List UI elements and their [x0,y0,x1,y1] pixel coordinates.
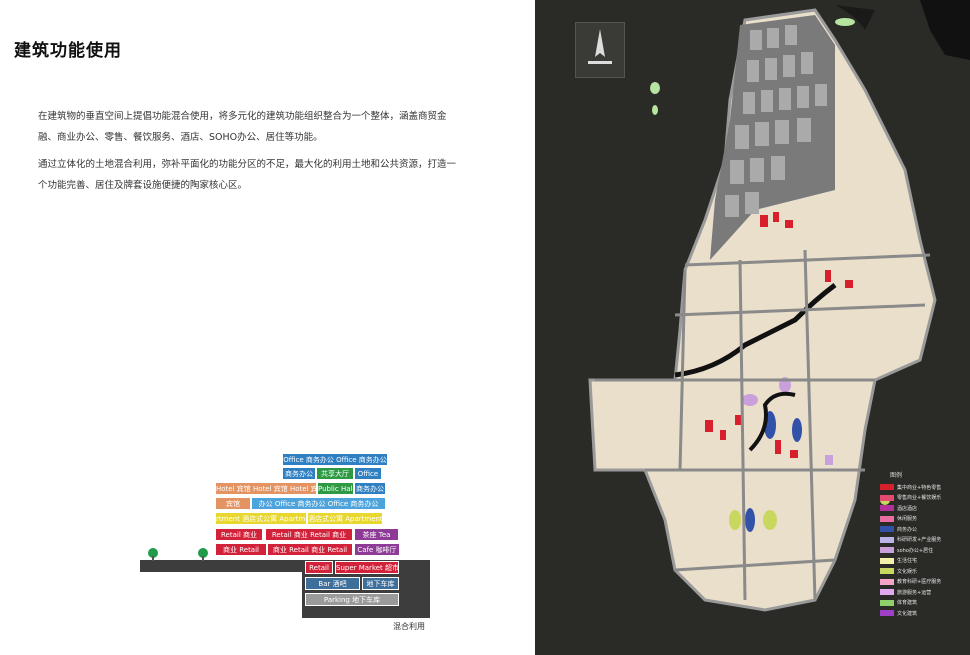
garage-block: 地下车库 [362,577,399,590]
legend-swatch [880,494,894,501]
legend-item: 休闲服务 [880,514,970,525]
supermarket-block: Super Market 超市 [335,561,399,574]
public-hall-block: Public Hall [317,482,354,495]
lake-shape [920,0,970,60]
page-title: 建筑功能使用 [14,41,122,61]
legend-item: 零售商业+餐饮娱乐 [880,493,970,504]
land-use-map: 图例 集中商业+特色零售 零售商业+餐饮娱乐 酒店酒店休闲服务商务办公科研研发+产业… [535,0,970,655]
office-block: Office [354,467,382,480]
cafe-block: Cafe 咖啡厅 [354,543,400,556]
legend-label: soho办公+居住 [897,547,934,554]
bar-block: Bar 酒吧 [305,577,360,590]
legend-label: 休闲服务 [897,516,918,523]
legend-item: soho办公+居住 [880,545,970,556]
legend-label: 旅游服务+运营 [897,589,932,596]
office-block: 商务办公 [354,482,386,495]
legend-item: 集中商业+特色零售 [880,482,970,493]
legend-label: 文化建筑 [897,610,918,617]
apartment-block: 酒店式公寓 Apartment [307,512,383,525]
tea-block: 茶座 Tea [354,528,399,541]
legend-label: 文化娱乐 [897,568,918,575]
legend-item: 体育建筑 [880,598,970,609]
legend-item: 酒店酒店 [880,503,970,514]
legend-label: 体育建筑 [897,600,918,607]
legend-item: 商务办公 [880,524,970,535]
legend-swatch [880,515,894,522]
hotel-block: 宾馆 [215,497,251,510]
parking-block: Parking 地下车库 [305,593,399,606]
map-legend: 图例 集中商业+特色零售 零售商业+餐饮娱乐 酒店酒店休闲服务商务办公科研研发+产业… [880,470,970,619]
ground-strip [140,560,302,572]
legend-swatch [880,547,894,554]
legend-swatch [880,536,894,543]
diagram-caption: 混合利用 [393,622,425,631]
legend-swatch [880,568,894,575]
paragraph-1: 在建筑物的垂直空间上提倡功能混合使用，将多元化的建筑功能组织整合为一个整体，涵盖… [38,111,447,143]
legend-swatch [880,557,894,564]
legend-title: 图例 [890,472,903,479]
legend-label: 集中商业+特色零售 [897,484,942,491]
retail-block: 商业 Retail 商业 Retail [267,543,353,556]
legend-swatch [880,484,894,491]
text-panel: 建筑功能使用 在建筑物的垂直空间上提倡功能混合使用，将多元化的建筑功能组织整合为… [0,0,535,655]
mixed-use-diagram: Office 商务办公 Office 商务办公 商务办公 共享大厅 Office… [140,450,440,640]
legend-item: 科研研发+产业服务 [880,535,970,546]
legend-item: 文化建筑 [880,608,970,619]
legend-item: 生活住宅 [880,556,970,567]
retail-block: Retail 商业 [215,528,263,541]
legend-swatch [880,589,894,596]
legend-item: 教育科研+医疗服务 [880,577,970,588]
apartment-block: rtment 酒店式公寓 Apartment [215,512,307,525]
legend-label: 科研研发+产业服务 [897,537,942,544]
legend-label: 教育科研+医疗服务 [897,579,942,586]
legend-swatch [880,578,894,585]
legend-label: 商务办公 [897,526,918,533]
paragraph-2: 通过立体化的土地混合利用，弥补平面化的功能分区的不足，最大化的利用土地和公共资源… [38,159,457,191]
office-block: 办公 Office 商务办公 Office 商务办公 [251,497,386,510]
retail-block: Retail [305,561,333,574]
office-block: 商务办公 [282,467,316,480]
legend-item: 旅游服务+运营 [880,587,970,598]
legend-label: 酒店酒店 [897,505,918,512]
retail-block: Retail 商业 Retail 商业 [265,528,353,541]
legend-swatch [880,610,894,617]
retail-block: 商业 Retail [215,543,267,556]
legend-swatch [880,505,894,512]
legend-swatch [880,599,894,606]
legend-label: 生活住宅 [897,558,918,565]
office-block: Office 商务办公 Office 商务办公 [282,453,388,466]
legend-swatch [880,526,894,533]
legend-label: 零售商业+餐饮娱乐 [897,495,942,502]
shared-hall-block: 共享大厅 [316,467,354,480]
legend-item: 文化娱乐 [880,566,970,577]
hotel-block: Hotel 宾馆 Hotel 宾馆 Hotel 宾馆 [215,482,317,495]
north-arrow-icon [575,22,625,78]
